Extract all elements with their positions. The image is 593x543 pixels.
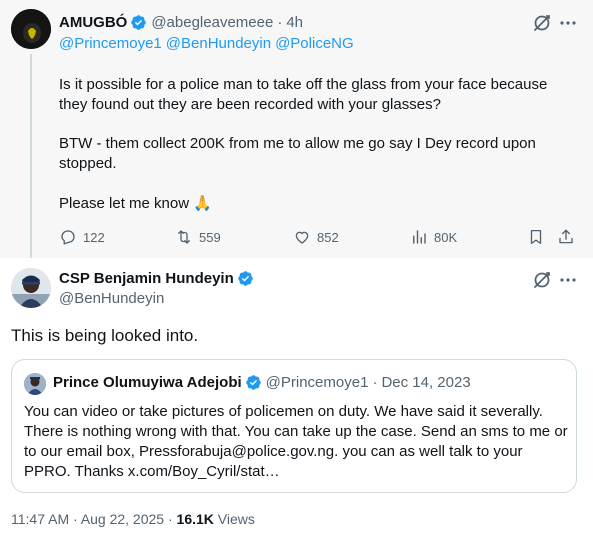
retweet-count: 559 xyxy=(199,229,221,245)
author-handle[interactable]: @BenHundeyin xyxy=(59,290,164,307)
verified-badge-icon xyxy=(130,14,147,31)
main-tweet-text: This is being looked into. xyxy=(11,326,199,345)
more-icon[interactable] xyxy=(558,270,578,290)
quoted-tweet-text: You can video or take pictures of police… xyxy=(24,403,568,480)
reply-button[interactable]: 122 xyxy=(59,228,105,246)
like-icon xyxy=(295,231,309,244)
main-tweet-author: CSP Benjamin Hundeyin xyxy=(59,270,254,287)
mention-link[interactable]: @PoliceNG xyxy=(275,35,354,52)
tweet-paragraph: Please let me know 🙏 xyxy=(59,194,579,214)
quoted-tweet-date: Dec 14, 2023 xyxy=(381,374,471,391)
like-button[interactable]: 852 xyxy=(293,228,339,246)
parent-tweet-header: AMUGBÓ @abegleavemeee · 4h xyxy=(59,12,303,32)
verified-badge-icon xyxy=(237,270,254,287)
grok-icon[interactable] xyxy=(532,13,552,33)
author-name: Prince Olumuyiwa Adejobi xyxy=(53,374,242,391)
separator-dot: · xyxy=(372,374,378,391)
share-button[interactable] xyxy=(557,228,581,246)
praying-hands-emoji: 🙏 xyxy=(193,195,212,212)
verified-badge-icon xyxy=(245,374,262,391)
more-icon[interactable] xyxy=(558,13,578,33)
views-count: 16.1K xyxy=(176,511,214,527)
like-count: 852 xyxy=(317,229,339,245)
views-icon xyxy=(413,230,426,244)
avatar xyxy=(24,373,46,395)
author-handle: @Princemoye1 xyxy=(265,374,369,391)
parent-tweet[interactable]: AMUGBÓ @abegleavemeee · 4h @Princemoye1 @… xyxy=(0,0,593,258)
author-name[interactable]: AMUGBÓ xyxy=(59,14,127,31)
tweet-action-bar: 122 559 852 80K xyxy=(59,228,579,248)
reply-mentions: @Princemoye1 @BenHundeyin @PoliceNG xyxy=(59,35,358,52)
mention-link[interactable]: @Princemoye1 xyxy=(59,35,162,52)
views-count: 80K xyxy=(434,229,458,245)
reply-count: 122 xyxy=(83,229,105,245)
separator-dot: · xyxy=(277,13,283,31)
tweet-paragraph: BTW - them collect 200K from me to allow… xyxy=(59,135,536,172)
time-ago[interactable]: 4h xyxy=(286,14,303,31)
avatar[interactable] xyxy=(11,268,51,308)
tweet-timestamp[interactable]: 11:47 AM · Aug 22, 2025 xyxy=(11,511,164,527)
thread-connector-line xyxy=(30,54,32,258)
author-name[interactable]: CSP Benjamin Hundeyin xyxy=(59,270,234,287)
reply-icon xyxy=(61,230,75,245)
bookmark-icon xyxy=(530,229,542,245)
tweet-meta: 11:47 AM · Aug 22, 2025 · 16.1K Views xyxy=(11,511,255,527)
separator-dot: · xyxy=(167,511,173,527)
author-handle[interactable]: @abegleavemeee xyxy=(151,14,273,31)
mention-link[interactable]: @BenHundeyin xyxy=(166,35,271,52)
share-icon xyxy=(559,229,573,244)
avatar[interactable] xyxy=(11,9,51,49)
quoted-tweet-card[interactable]: Prince Olumuyiwa Adejobi @Princemoye1 · … xyxy=(11,359,577,493)
tweet-paragraph-text: Please let me know xyxy=(59,195,190,212)
retweet-button[interactable]: 559 xyxy=(175,228,221,246)
quoted-tweet-header: Prince Olumuyiwa Adejobi @Princemoye1 · … xyxy=(53,374,471,391)
views-label: Views xyxy=(217,511,255,527)
retweet-icon xyxy=(178,230,190,244)
views-button[interactable]: 80K xyxy=(410,228,457,246)
tweet-paragraph: Is it possible for a police man to take … xyxy=(59,76,548,113)
grok-icon[interactable] xyxy=(532,270,552,290)
bookmark-button[interactable] xyxy=(527,228,551,246)
